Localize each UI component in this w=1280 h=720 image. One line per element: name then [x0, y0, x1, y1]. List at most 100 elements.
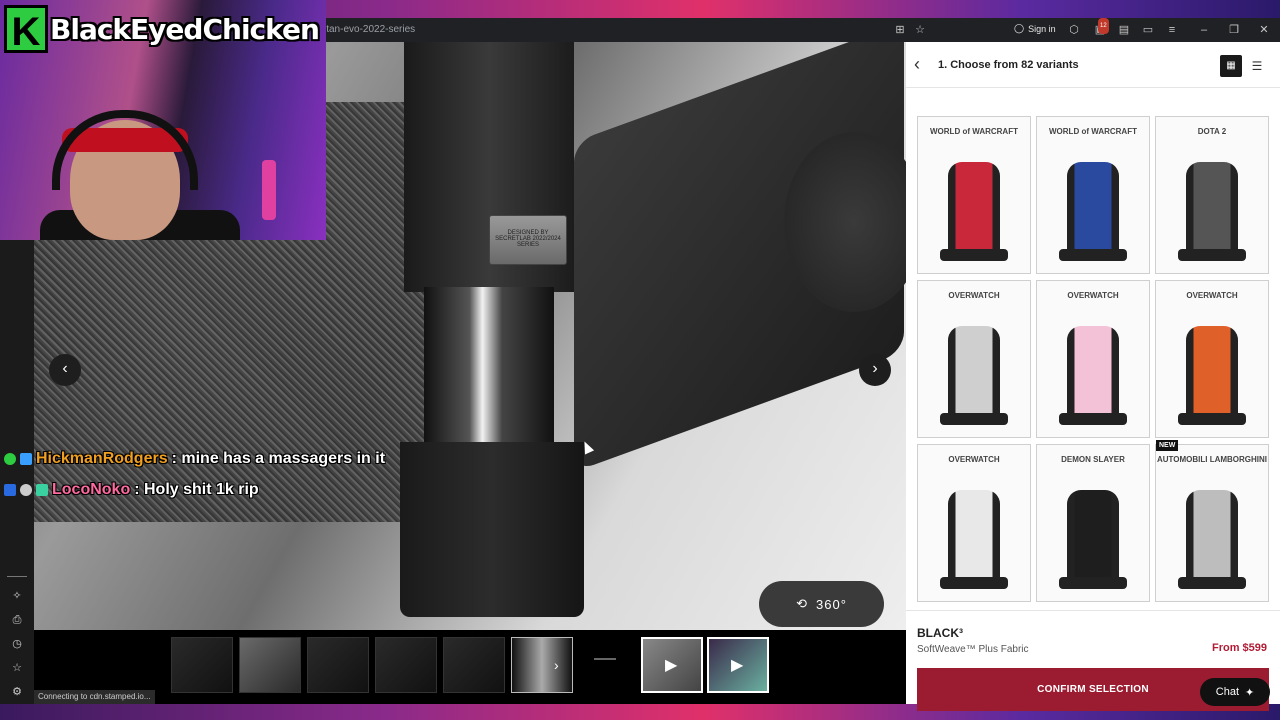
menu-icon[interactable]: ≡ — [1164, 22, 1180, 38]
chat-username: LocoNoko — [52, 481, 131, 498]
video-thumbnail[interactable]: ▶ — [641, 637, 703, 693]
variant-panel: ‹ 1. Choose from 82 variants ▦ ☰ WORLD o… — [906, 42, 1280, 711]
variant-logo: OVERWATCH — [948, 291, 1000, 300]
variant-card[interactable]: DOTA 2 — [1155, 116, 1269, 274]
variant-card[interactable]: OVERWATCH — [1155, 280, 1269, 438]
chat-button[interactable]: Chat ✦ — [1200, 678, 1270, 706]
channel-name: BlackEyedChicken — [50, 12, 320, 46]
microphone — [262, 160, 276, 220]
thumbnail-strip: › ▶ ▶ — [34, 630, 906, 704]
streamer-headset — [52, 110, 198, 190]
thumbnail[interactable] — [443, 637, 505, 693]
status-bar: Connecting to cdn.stamped.io... — [34, 690, 155, 704]
variant-logo: WORLD of WARCRAFT — [1049, 127, 1137, 136]
restore-icon[interactable]: ❐ — [1226, 22, 1242, 38]
variant-logo: AUTOMOBILI LAMBORGHINI — [1156, 455, 1268, 464]
moderator-badge-icon — [4, 484, 16, 496]
grid-view-icon[interactable]: ▦ — [1220, 55, 1242, 77]
chair-image — [948, 326, 1000, 421]
variant-card[interactable]: OVERWATCH — [1036, 280, 1150, 438]
product-name: BLACK³ — [917, 626, 963, 640]
adblock-icon[interactable]: 12▣ — [1092, 18, 1109, 38]
extensions-icon[interactable]: ⬡ — [1066, 22, 1082, 38]
model-plate: DESIGNED BY SECRETLAB 2022/2024 SERIES — [489, 215, 567, 265]
thumbnails-next-icon[interactable]: › — [554, 657, 559, 673]
sidebar-toggle-icon[interactable]: ▭ — [1140, 22, 1156, 38]
chair-base — [1178, 413, 1246, 425]
variant-logo: OVERWATCH — [948, 455, 1000, 464]
chair-base — [1059, 577, 1127, 589]
play-icon: ▶ — [665, 657, 678, 674]
chair-base — [1059, 413, 1127, 425]
print-icon[interactable]: ⎙ — [9, 612, 25, 628]
thumbnail[interactable] — [307, 637, 369, 693]
favorite-star-icon[interactable]: ☆ — [912, 22, 928, 38]
material-label: SoftWeave™ Plus Fabric — [917, 644, 1029, 655]
bookmark-icon[interactable]: ☆ — [9, 660, 25, 676]
url-text[interactable]: itan-evo-2022-series — [324, 24, 415, 35]
minimize-icon[interactable]: – — [1196, 22, 1212, 38]
channel-logo: K BlackEyedChicken — [4, 4, 320, 54]
thumbnail[interactable] — [239, 637, 301, 693]
panel-title: 1. Choose from 82 variants — [938, 59, 1079, 71]
variant-logo: DEMON SLAYER — [1061, 455, 1125, 464]
chair-base-image — [400, 442, 584, 617]
chair-base — [1178, 249, 1246, 261]
sparkle-icon: ✦ — [1245, 686, 1255, 699]
thumbnail[interactable] — [171, 637, 233, 693]
prev-image-button[interactable]: ‹ — [49, 354, 81, 386]
back-arrow-icon[interactable]: ‹ — [914, 54, 920, 75]
close-icon[interactable]: ✕ — [1256, 22, 1272, 38]
next-image-button[interactable]: › — [859, 354, 891, 386]
chair-image — [1186, 326, 1238, 421]
variant-card[interactable]: OVERWATCH — [917, 444, 1031, 602]
chair-image — [1186, 162, 1238, 257]
thumbnail[interactable] — [375, 637, 437, 693]
variant-logo: OVERWATCH — [1067, 291, 1119, 300]
variant-logo: DOTA 2 — [1197, 127, 1227, 136]
variant-card[interactable]: OVERWATCH — [917, 280, 1031, 438]
rotate-icon: ⟲ — [796, 596, 808, 611]
play-icon: ▶ — [731, 657, 744, 674]
chair-image — [948, 162, 1000, 257]
view-360-label: 360° — [816, 596, 847, 612]
wallet-icon[interactable]: ▤ — [1116, 22, 1132, 38]
chair-base — [940, 577, 1008, 589]
chair-image — [1067, 162, 1119, 257]
view-360-button[interactable]: ⟲ 360° — [759, 581, 884, 627]
sign-in-button[interactable]: ◯ Sign in — [1014, 23, 1056, 34]
chat-username: HickmanRodgers — [36, 450, 168, 467]
variant-card[interactable]: AUTOMOBILI LAMBORGHINI — [1155, 444, 1269, 602]
panel-divider — [906, 610, 1280, 611]
app-install-icon[interactable]: ⊞ — [892, 22, 908, 38]
verified-badge-icon — [4, 453, 16, 465]
variant-logo: WORLD of WARCRAFT — [930, 127, 1018, 136]
video-thumbnail[interactable]: ▶ — [707, 637, 769, 693]
settings-icon[interactable]: ⚙ — [9, 684, 25, 700]
chair-image — [1067, 490, 1119, 585]
subscriber-badge-icon — [20, 453, 32, 465]
chat-message: HickmanRodgers : mine has a massagers in… — [4, 450, 385, 468]
chat-text: : mine has a massagers in it — [171, 450, 386, 467]
variant-card[interactable]: DEMON SLAYER — [1036, 444, 1150, 602]
sparkle-icon[interactable]: ✧ — [9, 588, 25, 604]
chair-image — [1067, 326, 1119, 421]
notification-count: 12 — [1098, 18, 1109, 34]
subscriber-badge-icon — [36, 484, 48, 496]
thumbnail-active[interactable] — [511, 637, 573, 693]
thumbnails-separator — [594, 658, 616, 660]
chat-text: : Holy shit 1k rip — [134, 481, 259, 498]
profile-icon: ◯ — [1014, 23, 1025, 33]
webcam-overlay: K BlackEyedChicken — [0, 0, 326, 240]
history-icon[interactable]: ◷ — [9, 636, 25, 652]
variant-card[interactable]: WORLD of WARCRAFT — [1036, 116, 1150, 274]
gas-cylinder-image — [424, 287, 554, 457]
variant-logo: OVERWATCH — [1186, 291, 1238, 300]
chat-message: LocoNoko : Holy shit 1k rip — [4, 481, 259, 499]
sign-in-label: Sign in — [1028, 23, 1056, 34]
sidebar-divider — [7, 576, 27, 577]
chair-base — [940, 249, 1008, 261]
panel-header: ‹ 1. Choose from 82 variants ▦ ☰ — [906, 42, 1280, 88]
variant-card[interactable]: WORLD of WARCRAFT — [917, 116, 1031, 274]
list-view-icon[interactable]: ☰ — [1246, 55, 1268, 77]
